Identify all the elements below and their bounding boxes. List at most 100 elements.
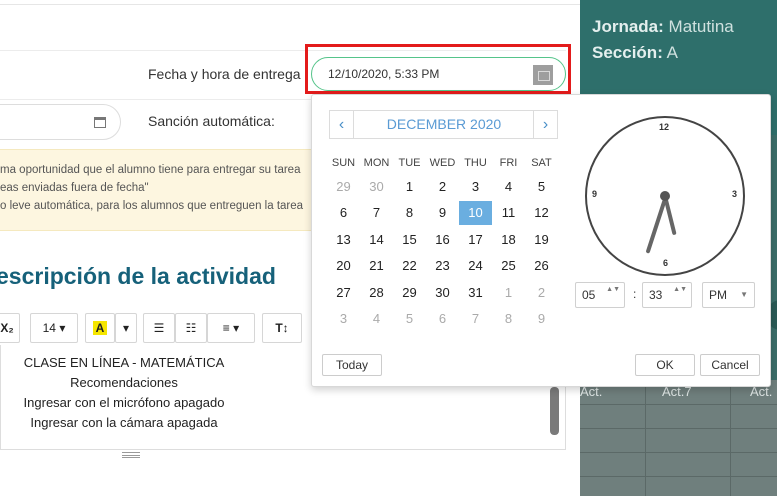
calendar-day[interactable]: 16: [426, 228, 459, 252]
calendar-day[interactable]: 24: [459, 254, 492, 278]
today-button[interactable]: Today: [322, 354, 382, 376]
time-separator: :: [633, 287, 637, 301]
jornada-label: Jornada:: [592, 17, 664, 36]
jornada-value: Matutina: [668, 17, 734, 36]
calendar-day[interactable]: 9: [525, 307, 558, 331]
datetime-picker: ‹ DECEMBER 2020 › SUN MON TUE WED THU FRI SAT …: [311, 94, 771, 387]
calendar-day[interactable]: 3: [459, 175, 492, 199]
next-month-button[interactable]: ›: [533, 110, 558, 139]
editor-scrollbar[interactable]: [550, 387, 559, 435]
note-line: ma oportunidad que el alumno tiene para …: [0, 164, 301, 176]
numbered-list-button[interactable]: ☷: [175, 313, 207, 343]
calendar-day[interactable]: 19: [525, 228, 558, 252]
text-color-dropdown[interactable]: ▾: [115, 313, 137, 343]
calendar-day[interactable]: 25: [492, 254, 525, 278]
calendar-day[interactable]: 2: [426, 175, 459, 199]
calendar-day[interactable]: 29: [393, 281, 426, 305]
align-button[interactable]: ≡ ▾: [207, 313, 255, 343]
minute-value: 33: [649, 288, 663, 302]
calendar-day[interactable]: 28: [360, 281, 393, 305]
chevron-down-icon: ▼: [740, 290, 748, 299]
chevron-down-icon: ▾: [59, 321, 66, 335]
calendar-day[interactable]: 10: [459, 201, 492, 225]
calendar-day[interactable]: 11: [492, 201, 525, 225]
calendar-day[interactable]: 4: [360, 307, 393, 331]
clock-number: 12: [659, 122, 670, 132]
calendar-day[interactable]: 1: [393, 175, 426, 199]
calendar-day[interactable]: 8: [393, 201, 426, 225]
calendar-day[interactable]: 5: [525, 175, 558, 199]
ampm-select[interactable]: PM ▼: [702, 282, 755, 308]
analog-clock[interactable]: 12 3 6 9: [585, 116, 745, 276]
calendar-day[interactable]: 2: [525, 281, 558, 305]
ok-button[interactable]: OK: [635, 354, 695, 376]
subscript-button[interactable]: X₂: [0, 313, 20, 343]
calendar-day[interactable]: 17: [459, 228, 492, 252]
clock-number: 9: [592, 189, 598, 199]
align-icon: ≡: [222, 321, 230, 335]
calendar-day[interactable]: 5: [393, 307, 426, 331]
resize-grip-icon[interactable]: [122, 452, 140, 458]
sancion-date-input[interactable]: [0, 104, 121, 140]
calendar-day[interactable]: 20: [327, 254, 360, 278]
weekday-label: MON: [363, 157, 390, 169]
calendar-day[interactable]: 9: [426, 201, 459, 225]
editor-line: Ingresar con la cámara apagada: [30, 415, 218, 430]
weekday-label: FRI: [499, 157, 518, 169]
calendar-day[interactable]: 30: [426, 281, 459, 305]
calendar-day[interactable]: 31: [459, 281, 492, 305]
calendar-day[interactable]: 15: [393, 228, 426, 252]
calendar-day[interactable]: 13: [327, 228, 360, 252]
font-size-value: 14: [42, 321, 56, 335]
calendar-day[interactable]: 27: [327, 281, 360, 305]
font-size-select[interactable]: 14 ▾: [30, 313, 78, 343]
weekday-label: WED: [429, 157, 456, 169]
chevron-down-icon: ▾: [233, 321, 240, 335]
seccion-label: Sección:: [592, 43, 663, 62]
weekday-label: SUN: [331, 157, 356, 169]
editor-line: Recomendaciones: [70, 375, 178, 390]
bullet-list-button[interactable]: ☰: [143, 313, 175, 343]
calendar-day[interactable]: 3: [327, 307, 360, 331]
calendar-day[interactable]: 29: [327, 175, 360, 199]
seccion-value: A: [666, 43, 678, 62]
spinner-arrows-icon[interactable]: ▲▼: [673, 285, 687, 295]
calendar-day[interactable]: 7: [459, 307, 492, 331]
sancion-label: Sanción automática:: [148, 113, 275, 129]
calendar-day[interactable]: 8: [492, 307, 525, 331]
calendar-day[interactable]: 30: [360, 175, 393, 199]
jornada-line: Jornada: Matutina: [592, 17, 734, 37]
prev-month-button[interactable]: ‹: [329, 110, 354, 139]
seccion-line: Sección: A: [592, 43, 678, 63]
calendar-day[interactable]: 1: [492, 281, 525, 305]
minute-spinner[interactable]: 33 ▲▼: [642, 282, 692, 308]
minute-hand: [645, 195, 668, 254]
calendar-icon[interactable]: [94, 117, 106, 128]
note-line: o leve automática, para los alumnos que …: [0, 200, 304, 212]
section-heading: escripción de la actividad: [0, 263, 276, 289]
text-style-button[interactable]: T↕: [262, 313, 302, 343]
calendar-day[interactable]: 6: [426, 307, 459, 331]
calendar-day[interactable]: 7: [360, 201, 393, 225]
calendar-day[interactable]: 4: [492, 175, 525, 199]
text-color-button[interactable]: A: [85, 313, 115, 343]
calendar-day[interactable]: 6: [327, 201, 360, 225]
calendar-day[interactable]: 21: [360, 254, 393, 278]
calendar-day[interactable]: 12: [525, 201, 558, 225]
calendar-day[interactable]: 23: [426, 254, 459, 278]
cancel-button[interactable]: Cancel: [700, 354, 760, 376]
clock-number: 3: [732, 189, 738, 199]
editor-line: CLASE EN LÍNEA - MATEMÁTICA: [23, 355, 225, 370]
clock-hub: [660, 191, 670, 201]
highlight-box: [305, 44, 571, 94]
hour-spinner[interactable]: 05 ▲▼: [575, 282, 625, 308]
calendar-day[interactable]: 26: [525, 254, 558, 278]
spinner-arrows-icon[interactable]: ▲▼: [606, 285, 620, 295]
calendar-day[interactable]: 14: [360, 228, 393, 252]
top-border: [0, 0, 580, 5]
month-title[interactable]: DECEMBER 2020: [354, 110, 534, 139]
weekday-label: TUE: [398, 157, 421, 169]
text-color-icon: A: [92, 321, 108, 335]
calendar-day[interactable]: 22: [393, 254, 426, 278]
calendar-day[interactable]: 18: [492, 228, 525, 252]
